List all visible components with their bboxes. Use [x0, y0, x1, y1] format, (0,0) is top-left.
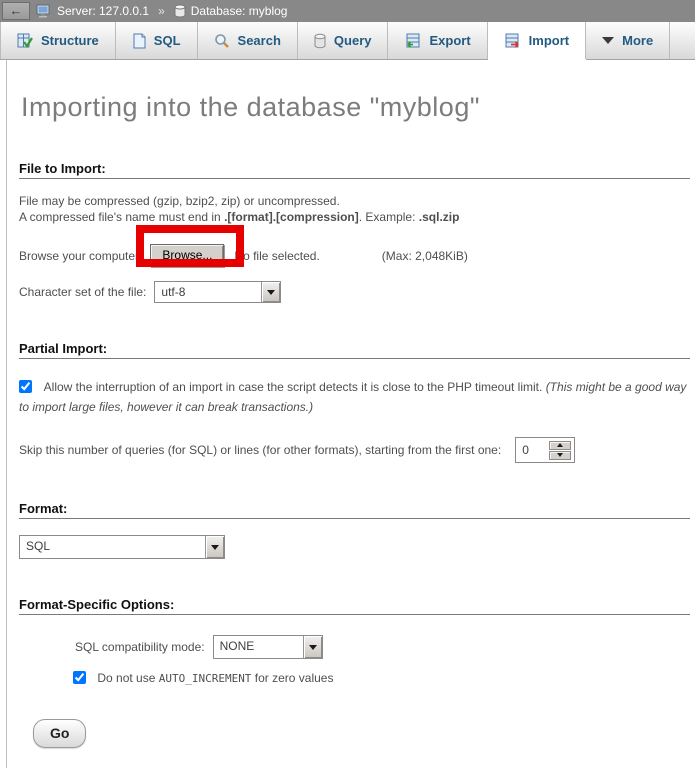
query-icon: [314, 33, 326, 49]
format-selected-value: SQL: [20, 536, 205, 558]
breadcrumb-database[interactable]: Database: myblog: [191, 4, 288, 18]
structure-icon: [17, 33, 33, 49]
sql-compatibility-row: SQL compatibility mode: NONE: [75, 635, 690, 659]
skip-queries-row: Skip this number of queries (for SQL) or…: [19, 437, 690, 463]
section-heading-partial-import: Partial Import:: [19, 341, 690, 359]
skip-queries-input[interactable]: 0: [515, 437, 575, 463]
compression-example: .sql.zip: [419, 210, 460, 224]
browse-button[interactable]: Browse...: [150, 244, 224, 267]
chevron-down-icon: [602, 37, 614, 44]
browse-label: Browse your computer:: [19, 249, 142, 263]
tab-import[interactable]: Import: [488, 22, 586, 59]
no-file-selected-text: No file selected.: [234, 249, 319, 263]
charset-selected-value: utf-8: [155, 282, 261, 302]
tab-bar: Structure SQL Search Query: [0, 22, 695, 60]
compression-format-pattern: .[format].[compression]: [224, 210, 359, 224]
export-icon: [404, 33, 421, 49]
tab-sql[interactable]: SQL: [116, 22, 198, 59]
breadcrumb-separator: »: [158, 4, 165, 18]
compression-line2-prefix: A compressed file's name must end in: [19, 210, 224, 224]
tab-search[interactable]: Search: [198, 22, 298, 59]
go-button[interactable]: Go: [33, 719, 86, 748]
auto-increment-label-prefix: Do not use: [97, 671, 158, 685]
skip-queries-label: Skip this number of queries (for SQL) or…: [19, 443, 501, 457]
auto-increment-checkbox[interactable]: [73, 671, 86, 684]
max-upload-size: (Max: 2,048KiB): [382, 249, 468, 263]
tab-more[interactable]: More: [586, 22, 670, 59]
tab-label: Search: [238, 33, 281, 48]
tab-label: Structure: [41, 33, 99, 48]
tab-export[interactable]: Export: [388, 22, 487, 59]
charset-select[interactable]: utf-8: [154, 281, 281, 303]
format-select[interactable]: SQL: [19, 535, 225, 559]
file-compression-note: File may be compressed (gzip, bzip2, zip…: [19, 193, 690, 225]
spinner-up-button[interactable]: [549, 441, 571, 450]
sql-compatibility-value: NONE: [214, 636, 303, 658]
allow-interruption-checkbox[interactable]: [19, 380, 32, 393]
tab-label: SQL: [154, 33, 181, 48]
tab-label: More: [622, 33, 653, 48]
auto-increment-label-suffix: for zero values: [251, 671, 333, 685]
sql-icon: [132, 33, 146, 49]
tab-label: Export: [429, 33, 470, 48]
tab-query[interactable]: Query: [298, 22, 389, 59]
import-icon: [504, 33, 521, 49]
main-content: Importing into the database "myblog" Fil…: [6, 60, 695, 768]
charset-label: Character set of the file:: [19, 285, 146, 299]
sql-compatibility-select[interactable]: NONE: [213, 635, 323, 659]
search-icon: [214, 33, 230, 49]
breadcrumb-bar: ← Server: 127.0.0.1 » Database: myblog: [0, 0, 695, 22]
breadcrumb-server[interactable]: Server: 127.0.0.1: [57, 4, 149, 18]
charset-row: Character set of the file: utf-8: [19, 281, 690, 303]
allow-interruption-label: Allow the interruption of an import in c…: [44, 380, 546, 394]
tab-structure[interactable]: Structure: [0, 22, 116, 59]
compression-line1: File may be compressed (gzip, bzip2, zip…: [19, 194, 340, 208]
browse-row: Browse your computer: Browse... No file …: [19, 244, 690, 267]
tab-label: Query: [334, 33, 372, 48]
dropdown-arrow-icon[interactable]: [205, 536, 224, 558]
format-row: SQL: [19, 535, 690, 559]
server-icon: [36, 4, 52, 18]
auto-increment-code: AUTO_INCREMENT: [159, 672, 252, 685]
page-title: Importing into the database "myblog": [19, 60, 690, 123]
sql-compatibility-label: SQL compatibility mode:: [75, 640, 205, 654]
back-button[interactable]: ←: [2, 2, 30, 20]
compression-line2-mid: . Example:: [359, 210, 419, 224]
database-icon: [174, 4, 186, 18]
section-heading-format-specific: Format-Specific Options:: [19, 597, 690, 615]
dropdown-arrow-icon[interactable]: [261, 282, 280, 302]
auto-increment-row: Do not use AUTO_INCREMENT for zero value…: [73, 671, 690, 685]
tab-label: Import: [529, 33, 569, 48]
spinner-down-button[interactable]: [549, 451, 571, 460]
skip-queries-value: 0: [522, 443, 529, 457]
allow-interruption-row: Allow the interruption of an import in c…: [19, 377, 687, 417]
dropdown-arrow-icon[interactable]: [303, 636, 322, 658]
section-heading-file-to-import: File to Import:: [19, 161, 690, 179]
breadcrumb: Server: 127.0.0.1 » Database: myblog: [36, 4, 287, 18]
section-heading-format: Format:: [19, 501, 690, 519]
